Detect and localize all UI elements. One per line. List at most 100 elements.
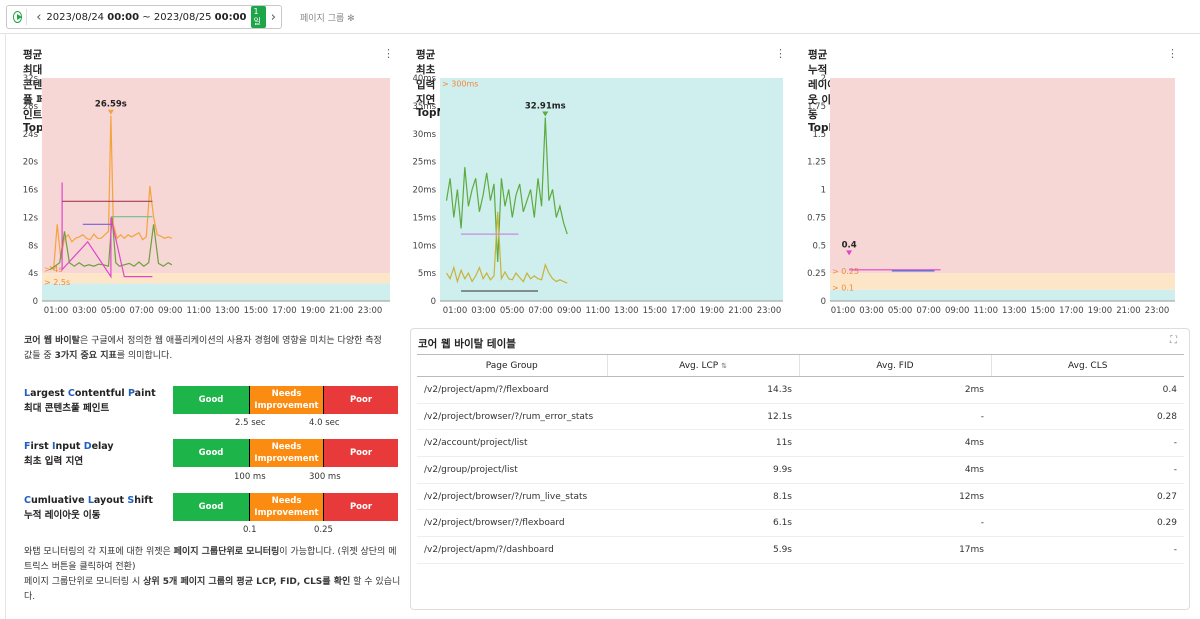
header-label: Avg. FID: [876, 360, 914, 371]
lcp-scale: Good Needs Improvement Poor: [173, 386, 398, 414]
needs-segment: Needs Improvement: [249, 386, 324, 414]
table-row[interactable]: /v2/group/project/list 9.9s 4ms -: [417, 456, 1184, 484]
cell-fid: 2ms: [799, 376, 991, 404]
note-text: 페이지 그룹단위로 모니터링 시: [24, 577, 144, 587]
threshold-1: 0.1: [243, 525, 257, 535]
cell-lcp: 11s: [607, 429, 799, 458]
band-label: > 0.1: [832, 284, 854, 293]
word: umluative: [30, 495, 88, 506]
threshold-1: 100 ms: [234, 472, 266, 482]
band-label: > 0.25: [832, 267, 859, 276]
x-tick-label: 17:00: [1059, 306, 1084, 316]
table-title: 코어 웹 바이탈 테이블: [418, 338, 516, 350]
threshold-band: [830, 289, 1175, 301]
note-bold: 상위 5개 페이지 그룹의 평균 LCP, FID, CLS를 확인: [143, 577, 351, 587]
x-tick-label: 09:00: [945, 306, 970, 316]
word: ayout: [93, 495, 128, 506]
y-tick-label: 0.75: [807, 213, 826, 223]
header-label: Avg. CLS: [1068, 360, 1108, 371]
desc-bold: 코어 웹 바이탈: [24, 336, 80, 346]
y-tick-label: 0: [821, 297, 826, 307]
table-row[interactable]: /v2/project/apm/?/flexboard 14.3s 2ms 0.4: [417, 376, 1184, 404]
x-tick-label: 03:00: [859, 306, 884, 316]
y-tick-label: 1.25: [807, 158, 826, 168]
initial: C: [24, 495, 31, 506]
fid-scale: Good Needs Improvement Poor: [173, 439, 398, 467]
col-header-lcp[interactable]: Avg. LCP ⇅: [606, 354, 799, 377]
cell-cls: -: [991, 429, 1184, 458]
note-bold: 페이지 그룹단위로 모니터링: [173, 547, 280, 557]
cell-cls: 0.29: [991, 509, 1184, 538]
needs-segment: Needs Improvement: [249, 439, 324, 467]
monitoring-note: 와탭 모니터링의 각 지표에 대한 위젯은 페이지 그룹단위로 모니터링이 가능…: [24, 545, 404, 605]
x-tick-label: 21:00: [1116, 306, 1141, 316]
threshold-band: [830, 273, 1175, 290]
header-label: Page Group: [485, 360, 538, 371]
col-header-fid[interactable]: Avg. FID: [798, 354, 991, 377]
cell-page-group: /v2/project/browser/?/flexboard: [417, 509, 607, 538]
cell-cls: 0.4: [991, 376, 1184, 404]
cell-fid: 4ms: [799, 456, 991, 484]
y-tick-label: 1: [821, 186, 826, 196]
cell-fid: 17ms: [799, 536, 991, 564]
table-row[interactable]: /v2/project/apm/?/dashboard 5.9s 17ms -: [417, 536, 1184, 564]
col-header-page-group[interactable]: Page Group: [417, 354, 607, 377]
cwv-table: Page Group Avg. LCP ⇅ Avg. FID Avg. CLS …: [417, 354, 1184, 564]
cell-lcp: 9.9s: [607, 456, 799, 484]
good-segment: Good: [173, 439, 249, 467]
table-row[interactable]: /v2/account/project/list 11s 4ms -: [417, 429, 1184, 458]
cell-fid: -: [799, 509, 991, 538]
col-header-cls[interactable]: Avg. CLS: [990, 354, 1184, 377]
metric-ko: 최대 콘텐츠풀 페인트: [24, 403, 110, 414]
x-tick-label: 01:00: [831, 306, 856, 316]
x-tick-label: 15:00: [1031, 306, 1056, 316]
cwv-description: 코어 웹 바이탈은 구글에서 정의한 웹 애플리케이션의 사용자 경험에 영향을…: [24, 334, 384, 364]
cell-lcp: 12.1s: [607, 403, 799, 431]
threshold-2: 300 ms: [309, 472, 341, 482]
poor-segment: Poor: [324, 493, 398, 521]
threshold-1: 2.5 sec: [235, 418, 266, 428]
good-segment: Good: [173, 493, 249, 521]
cls-scale: Good Needs Improvement Poor: [173, 493, 398, 521]
cls-chart: > 0.25 > 0.1 2 1.75 1.5 1.25 1 0.75 0.5 0.25 0 01:0…: [807, 74, 1175, 316]
cell-page-group: /v2/group/project/list: [417, 456, 607, 484]
cell-page-group: /v2/account/project/list: [417, 429, 607, 458]
y-tick-label: 2: [821, 74, 826, 84]
expand-icon[interactable]: ⛶: [1170, 335, 1177, 346]
metric-name-fid: First Input Delay 최초 입력 지연: [24, 439, 114, 469]
x-tick-label: 07:00: [916, 306, 941, 316]
cell-lcp: 8.1s: [607, 483, 799, 511]
word: aint: [134, 388, 156, 399]
threshold-band: [830, 78, 1175, 274]
x-tick-label: 13:00: [1002, 306, 1027, 316]
y-tick-label: 1.75: [807, 102, 826, 112]
threshold-2: 4.0 sec: [309, 418, 340, 428]
x-tick-label: 23:00: [1145, 306, 1170, 316]
x-tick-label: 05:00: [888, 306, 913, 316]
table-row[interactable]: /v2/project/browser/?/rum_live_stats 8.1s…: [417, 483, 1184, 511]
header-label: Avg. LCP: [679, 360, 719, 371]
y-tick-label: 0.5: [812, 241, 826, 251]
cell-page-group: /v2/project/apm/?/dashboard: [417, 536, 607, 564]
word: argest: [30, 388, 68, 399]
metric-ko: 최초 입력 지연: [24, 456, 84, 467]
cell-page-group: /v2/project/browser/?/rum_error_stats: [417, 403, 607, 431]
word: irst: [30, 441, 52, 452]
word: elay: [91, 441, 114, 452]
cell-cls: -: [991, 456, 1184, 484]
cell-fid: 12ms: [799, 483, 991, 511]
table-row[interactable]: /v2/project/browser/?/flexboard 6.1s -0.29: [417, 509, 1184, 538]
word: nput: [55, 441, 84, 452]
sort-icon[interactable]: ⇅: [721, 362, 727, 370]
metric-name-lcp: Largest Contentful Paint 최대 콘텐츠풀 페인트: [24, 386, 156, 416]
table-row[interactable]: /v2/project/browser/?/rum_error_stats 12.…: [417, 403, 1184, 431]
cell-fid: -: [799, 403, 991, 431]
cell-cls: -: [991, 536, 1184, 564]
y-tick-label: 1.5: [812, 130, 826, 140]
initial: P: [127, 388, 135, 399]
desc-end: 를 의미합니다.: [116, 351, 173, 361]
initial: C: [67, 388, 75, 399]
cell-lcp: 6.1s: [607, 509, 799, 538]
needs-segment: Needs Improvement: [249, 493, 324, 521]
cell-lcp: 5.9s: [607, 536, 799, 564]
